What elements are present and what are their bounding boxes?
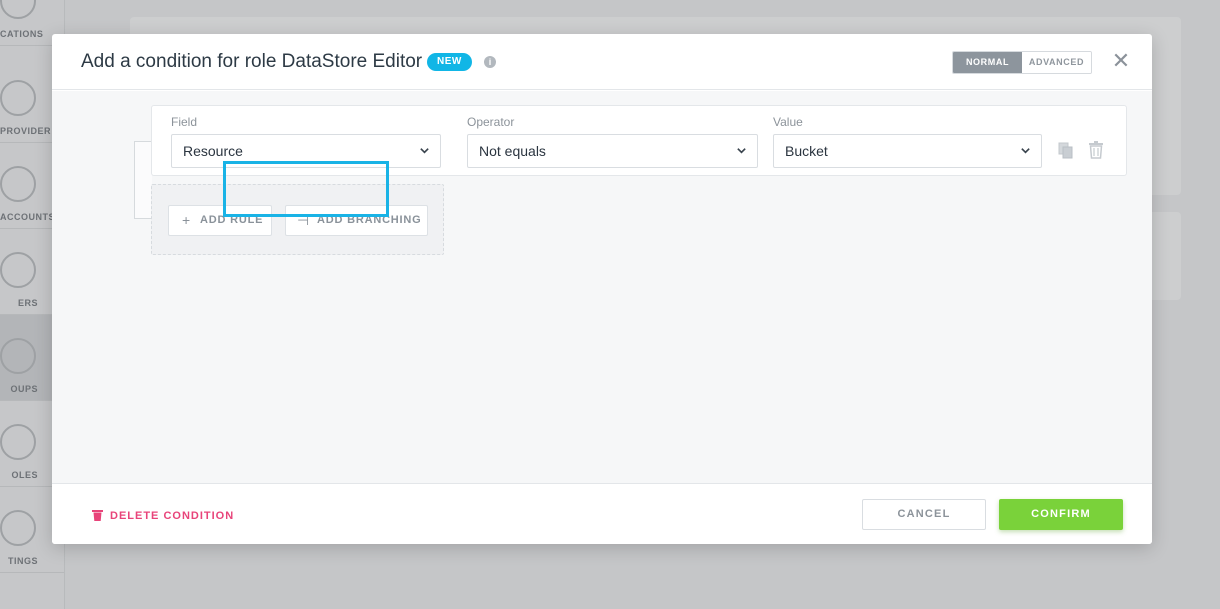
close-icon[interactable]: ✕ bbox=[1111, 49, 1131, 73]
value-group: Value Bucket bbox=[773, 115, 1042, 168]
duplicate-icon[interactable] bbox=[1058, 142, 1074, 160]
chevron-down-icon bbox=[1021, 148, 1030, 154]
cancel-button[interactable]: CANCEL bbox=[862, 499, 986, 530]
delete-condition-label: DELETE CONDITION bbox=[110, 510, 235, 522]
trash-icon bbox=[92, 510, 103, 521]
operator-select[interactable]: Not equals bbox=[467, 134, 758, 168]
condition-modal: Add a condition for role DataStore Edito… bbox=[52, 34, 1152, 544]
modal-footer: DELETE CONDITION CANCEL CONFIRM bbox=[52, 483, 1152, 544]
pencil-icon bbox=[0, 424, 36, 460]
value-label: Value bbox=[773, 115, 803, 129]
confirm-button[interactable]: CONFIRM bbox=[999, 499, 1123, 530]
branch-connector bbox=[134, 141, 152, 219]
gear-icon bbox=[0, 510, 36, 546]
users-icon bbox=[0, 252, 36, 288]
info-icon[interactable]: i bbox=[484, 56, 496, 68]
chevron-down-icon bbox=[737, 148, 746, 154]
trash-icon[interactable] bbox=[1088, 141, 1104, 159]
chevron-down-icon bbox=[420, 148, 429, 154]
plus-icon: + bbox=[182, 212, 191, 228]
value-select[interactable]: Bucket bbox=[773, 134, 1042, 168]
modal-body: Field Resource Operator Not equals Value… bbox=[52, 91, 1152, 483]
key-icon bbox=[0, 80, 36, 116]
field-select-value: Resource bbox=[183, 143, 243, 159]
applications-icon bbox=[0, 0, 36, 19]
groups-icon bbox=[0, 338, 36, 374]
operator-group: Operator Not equals bbox=[467, 115, 758, 168]
mode-normal-button[interactable]: NORMAL bbox=[953, 52, 1022, 73]
new-badge: NEW bbox=[427, 53, 472, 71]
modal-title: Add a condition for role DataStore Edito… bbox=[81, 51, 423, 72]
mode-advanced-button[interactable]: ADVANCED bbox=[1022, 52, 1091, 73]
operator-select-value: Not equals bbox=[479, 143, 546, 159]
mode-toggle: NORMAL ADVANCED bbox=[952, 51, 1092, 74]
value-select-value: Bucket bbox=[785, 143, 828, 159]
bg-nav-label: TINGS bbox=[7, 556, 38, 566]
accounts-icon bbox=[0, 166, 36, 202]
delete-condition-button[interactable]: DELETE CONDITION bbox=[92, 509, 234, 522]
modal-header: Add a condition for role DataStore Edito… bbox=[52, 34, 1152, 90]
field-label: Field bbox=[171, 115, 198, 129]
operator-label: Operator bbox=[467, 115, 515, 129]
add-branching-highlight bbox=[223, 161, 389, 217]
